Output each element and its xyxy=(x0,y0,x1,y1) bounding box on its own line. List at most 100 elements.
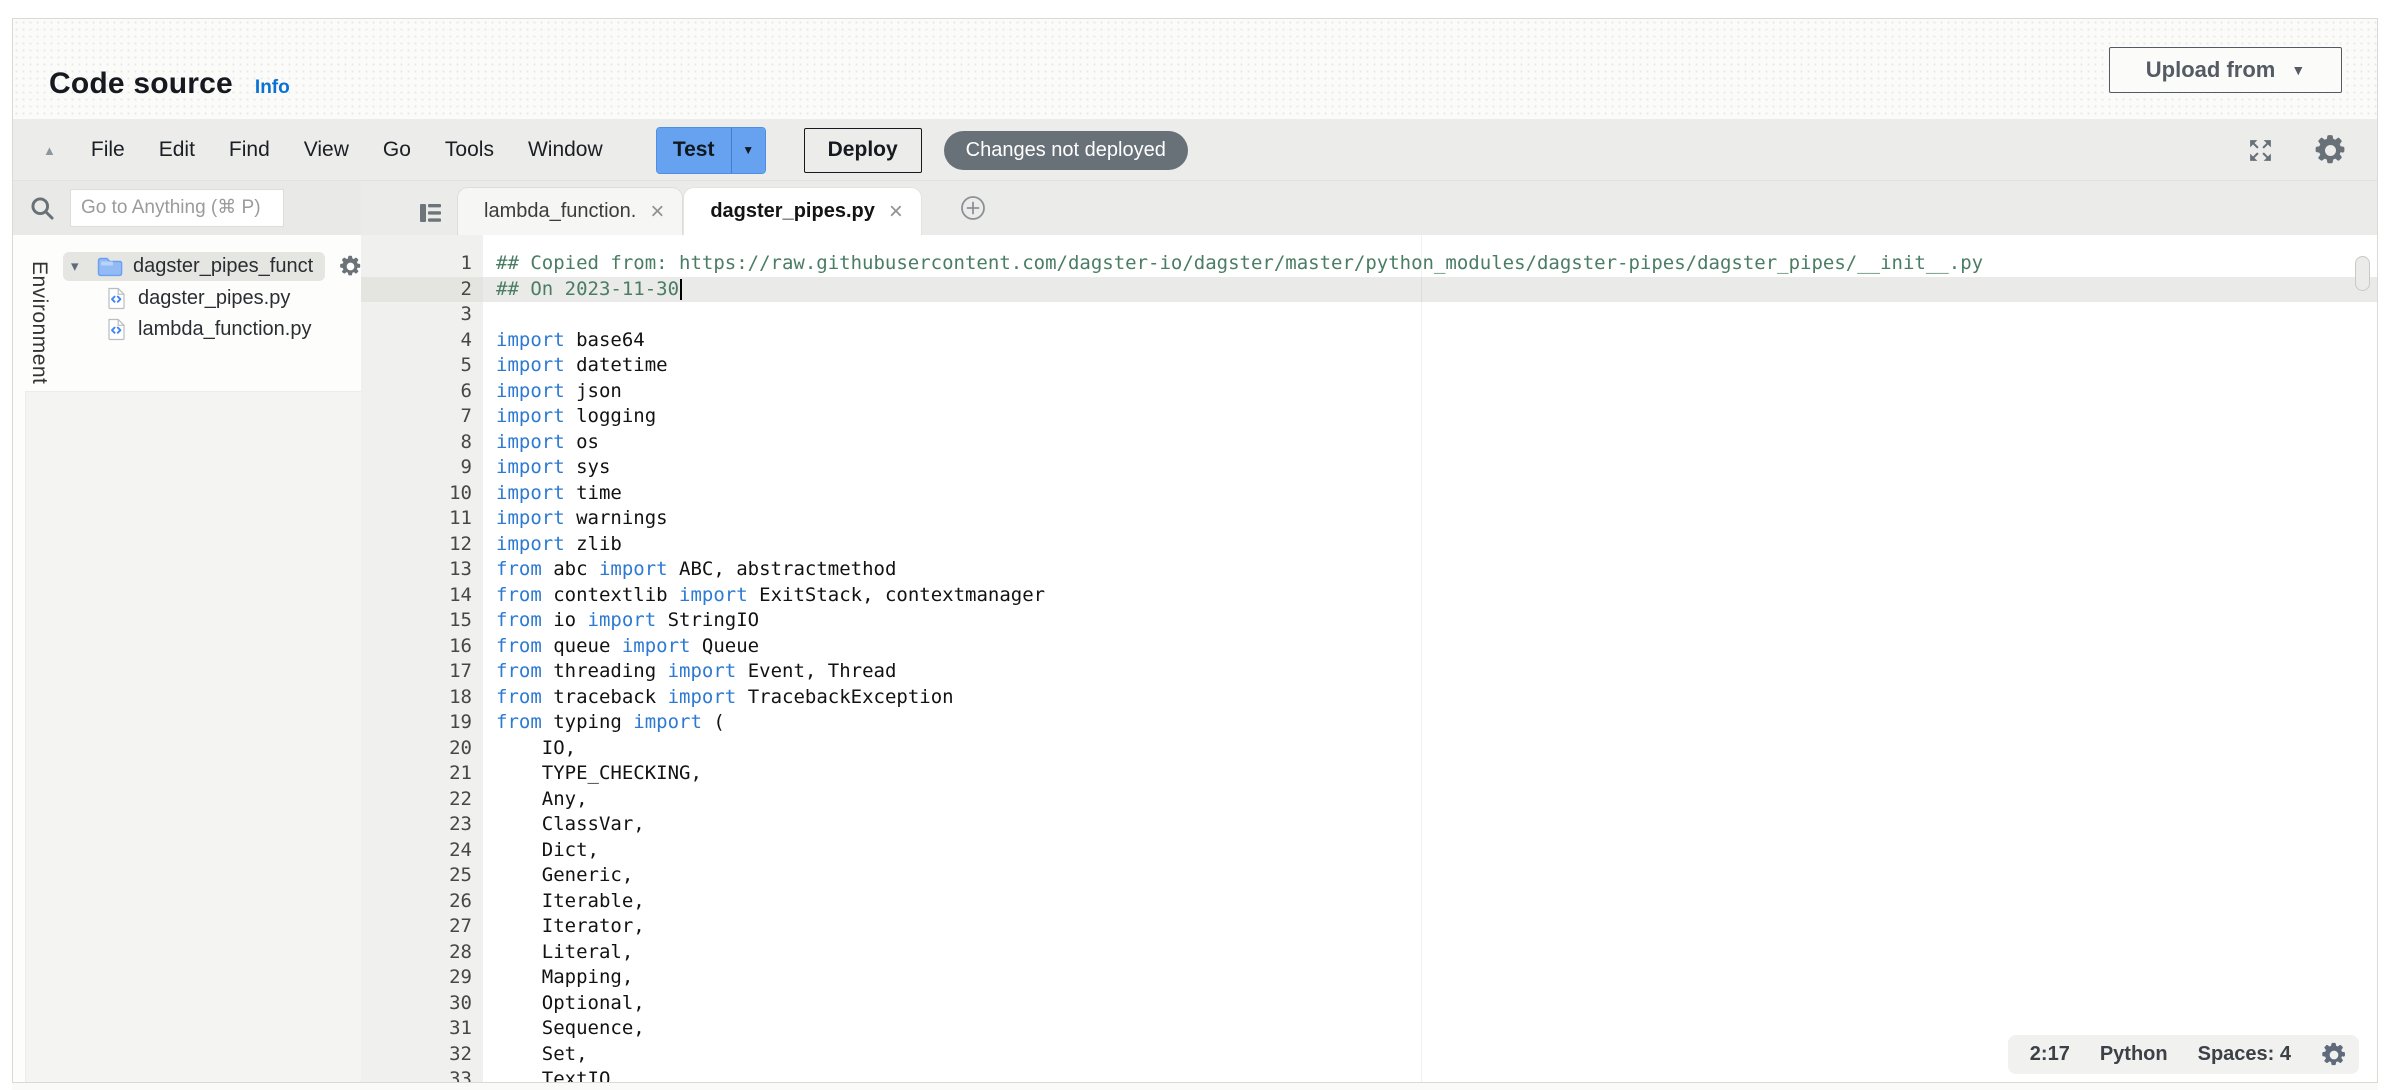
menu-item-go[interactable]: Go xyxy=(366,138,428,162)
collapse-menubar-icon[interactable]: ▲ xyxy=(43,143,56,158)
line-number[interactable]: 2 xyxy=(361,277,483,303)
line-number[interactable]: 23 xyxy=(361,812,483,838)
menu-item-view[interactable]: View xyxy=(287,138,366,162)
line-number[interactable]: 26 xyxy=(361,889,483,915)
line-number[interactable]: 6 xyxy=(361,379,483,405)
code-content[interactable]: ## Copied from: https://raw.githubuserco… xyxy=(483,235,2377,1082)
line-number[interactable]: 24 xyxy=(361,838,483,864)
line-number[interactable]: 7 xyxy=(361,404,483,430)
tree-file-dagster-pipes-py[interactable]: dagster_pipes.py xyxy=(107,283,361,314)
fullscreen-icon[interactable] xyxy=(2247,137,2274,164)
line-number[interactable]: 3 xyxy=(361,302,483,328)
line-number[interactable]: 30 xyxy=(361,991,483,1017)
line-number[interactable]: 27 xyxy=(361,914,483,940)
code-line-28[interactable]: Literal, xyxy=(483,940,2377,966)
code-line-6[interactable]: import json xyxy=(483,379,2377,405)
code-line-18[interactable]: from traceback import TracebackException xyxy=(483,685,2377,711)
test-button[interactable]: Test xyxy=(657,128,731,173)
line-number[interactable]: 32 xyxy=(361,1042,483,1068)
code-editor[interactable]: 1234567891011121314151617181920212223242… xyxy=(361,235,2377,1082)
info-link[interactable]: Info xyxy=(255,77,290,99)
code-line-19[interactable]: from typing import ( xyxy=(483,710,2377,736)
code-line-13[interactable]: from abc import ABC, abstractmethod xyxy=(483,557,2377,583)
tree-folder-pill[interactable]: ▾ dagster_pipes_funct xyxy=(63,252,325,281)
line-number[interactable]: 10 xyxy=(361,481,483,507)
code-line-25[interactable]: Generic, xyxy=(483,863,2377,889)
line-number[interactable]: 18 xyxy=(361,685,483,711)
line-number[interactable]: 16 xyxy=(361,634,483,660)
code-line-9[interactable]: import sys xyxy=(483,455,2377,481)
upload-from-button[interactable]: Upload from ▼ xyxy=(2109,47,2342,93)
code-line-14[interactable]: from contextlib import ExitStack, contex… xyxy=(483,583,2377,609)
language-mode[interactable]: Python xyxy=(2100,1043,2168,1066)
code-line-5[interactable]: import datetime xyxy=(483,353,2377,379)
code-line-3[interactable] xyxy=(483,302,2377,328)
code-line-30[interactable]: Optional, xyxy=(483,991,2377,1017)
code-line-29[interactable]: Mapping, xyxy=(483,965,2377,991)
tab-dagster-pipes-py[interactable]: dagster_pipes.py× xyxy=(683,187,922,235)
line-number[interactable]: 19 xyxy=(361,710,483,736)
line-number[interactable]: 8 xyxy=(361,430,483,456)
code-line-23[interactable]: ClassVar, xyxy=(483,812,2377,838)
menu-item-edit[interactable]: Edit xyxy=(142,138,212,162)
code-line-1[interactable]: ## Copied from: https://raw.githubuserco… xyxy=(483,251,2377,277)
line-number[interactable]: 12 xyxy=(361,532,483,558)
line-number[interactable]: 20 xyxy=(361,736,483,762)
line-number[interactable]: 9 xyxy=(361,455,483,481)
test-split-button[interactable]: Test ▼ xyxy=(656,127,766,174)
gear-icon[interactable] xyxy=(2314,134,2347,167)
cursor-position[interactable]: 2:17 xyxy=(2030,1043,2070,1066)
vertical-scrollbar-thumb[interactable] xyxy=(2355,256,2370,291)
line-number[interactable]: 21 xyxy=(361,761,483,787)
line-number[interactable]: 11 xyxy=(361,506,483,532)
code-line-7[interactable]: import logging xyxy=(483,404,2377,430)
line-number[interactable]: 4 xyxy=(361,328,483,354)
status-gear-icon[interactable] xyxy=(2321,1042,2347,1068)
code-line-24[interactable]: Dict, xyxy=(483,838,2377,864)
code-line-27[interactable]: Iterator, xyxy=(483,914,2377,940)
line-number[interactable]: 5 xyxy=(361,353,483,379)
code-line-12[interactable]: import zlib xyxy=(483,532,2377,558)
line-number[interactable]: 13 xyxy=(361,557,483,583)
code-line-17[interactable]: from threading import Event, Thread xyxy=(483,659,2377,685)
menu-item-find[interactable]: Find xyxy=(212,138,287,162)
line-number[interactable]: 22 xyxy=(361,787,483,813)
close-icon[interactable]: × xyxy=(887,200,905,224)
tree-settings-button[interactable]: ▾ xyxy=(339,255,361,278)
menu-item-window[interactable]: Window xyxy=(511,138,620,162)
tab-list-icon[interactable] xyxy=(419,203,442,228)
environment-tab-label[interactable]: Environment xyxy=(27,261,51,384)
code-line-21[interactable]: TYPE_CHECKING, xyxy=(483,761,2377,787)
code-line-10[interactable]: import time xyxy=(483,481,2377,507)
line-number[interactable]: 29 xyxy=(361,965,483,991)
new-tab-button[interactable] xyxy=(958,193,988,223)
line-number[interactable]: 25 xyxy=(361,863,483,889)
code-line-8[interactable]: import os xyxy=(483,430,2377,456)
line-number[interactable]: 1 xyxy=(361,251,483,277)
code-line-26[interactable]: Iterable, xyxy=(483,889,2377,915)
line-number[interactable]: 17 xyxy=(361,659,483,685)
line-number[interactable]: 31 xyxy=(361,1016,483,1042)
go-to-anything-input[interactable] xyxy=(70,189,284,227)
code-line-15[interactable]: from io import StringIO xyxy=(483,608,2377,634)
code-line-11[interactable]: import warnings xyxy=(483,506,2377,532)
code-line-2[interactable]: ## On 2023-11-30 xyxy=(483,277,2377,303)
line-number[interactable]: 33 xyxy=(361,1067,483,1082)
tree-file-lambda-function-py[interactable]: lambda_function.py xyxy=(107,314,361,345)
code-line-4[interactable]: import base64 xyxy=(483,328,2377,354)
menu-item-tools[interactable]: Tools xyxy=(428,138,511,162)
tab-lambda-function[interactable]: lambda_function.× xyxy=(457,187,683,235)
line-number[interactable]: 28 xyxy=(361,940,483,966)
spaces-setting[interactable]: Spaces: 4 xyxy=(2198,1043,2291,1066)
code-line-16[interactable]: from queue import Queue xyxy=(483,634,2377,660)
caret-down-icon[interactable]: ▾ xyxy=(71,257,87,275)
line-number[interactable]: 15 xyxy=(361,608,483,634)
tree-folder-row[interactable]: ▾ dagster_pipes_funct xyxy=(63,249,361,283)
test-dropdown-arrow[interactable]: ▼ xyxy=(731,128,765,173)
deploy-button[interactable]: Deploy xyxy=(804,128,922,173)
code-line-20[interactable]: IO, xyxy=(483,736,2377,762)
close-icon[interactable]: × xyxy=(648,200,666,224)
menu-item-file[interactable]: File xyxy=(74,138,142,162)
code-line-22[interactable]: Any, xyxy=(483,787,2377,813)
line-number[interactable]: 14 xyxy=(361,583,483,609)
